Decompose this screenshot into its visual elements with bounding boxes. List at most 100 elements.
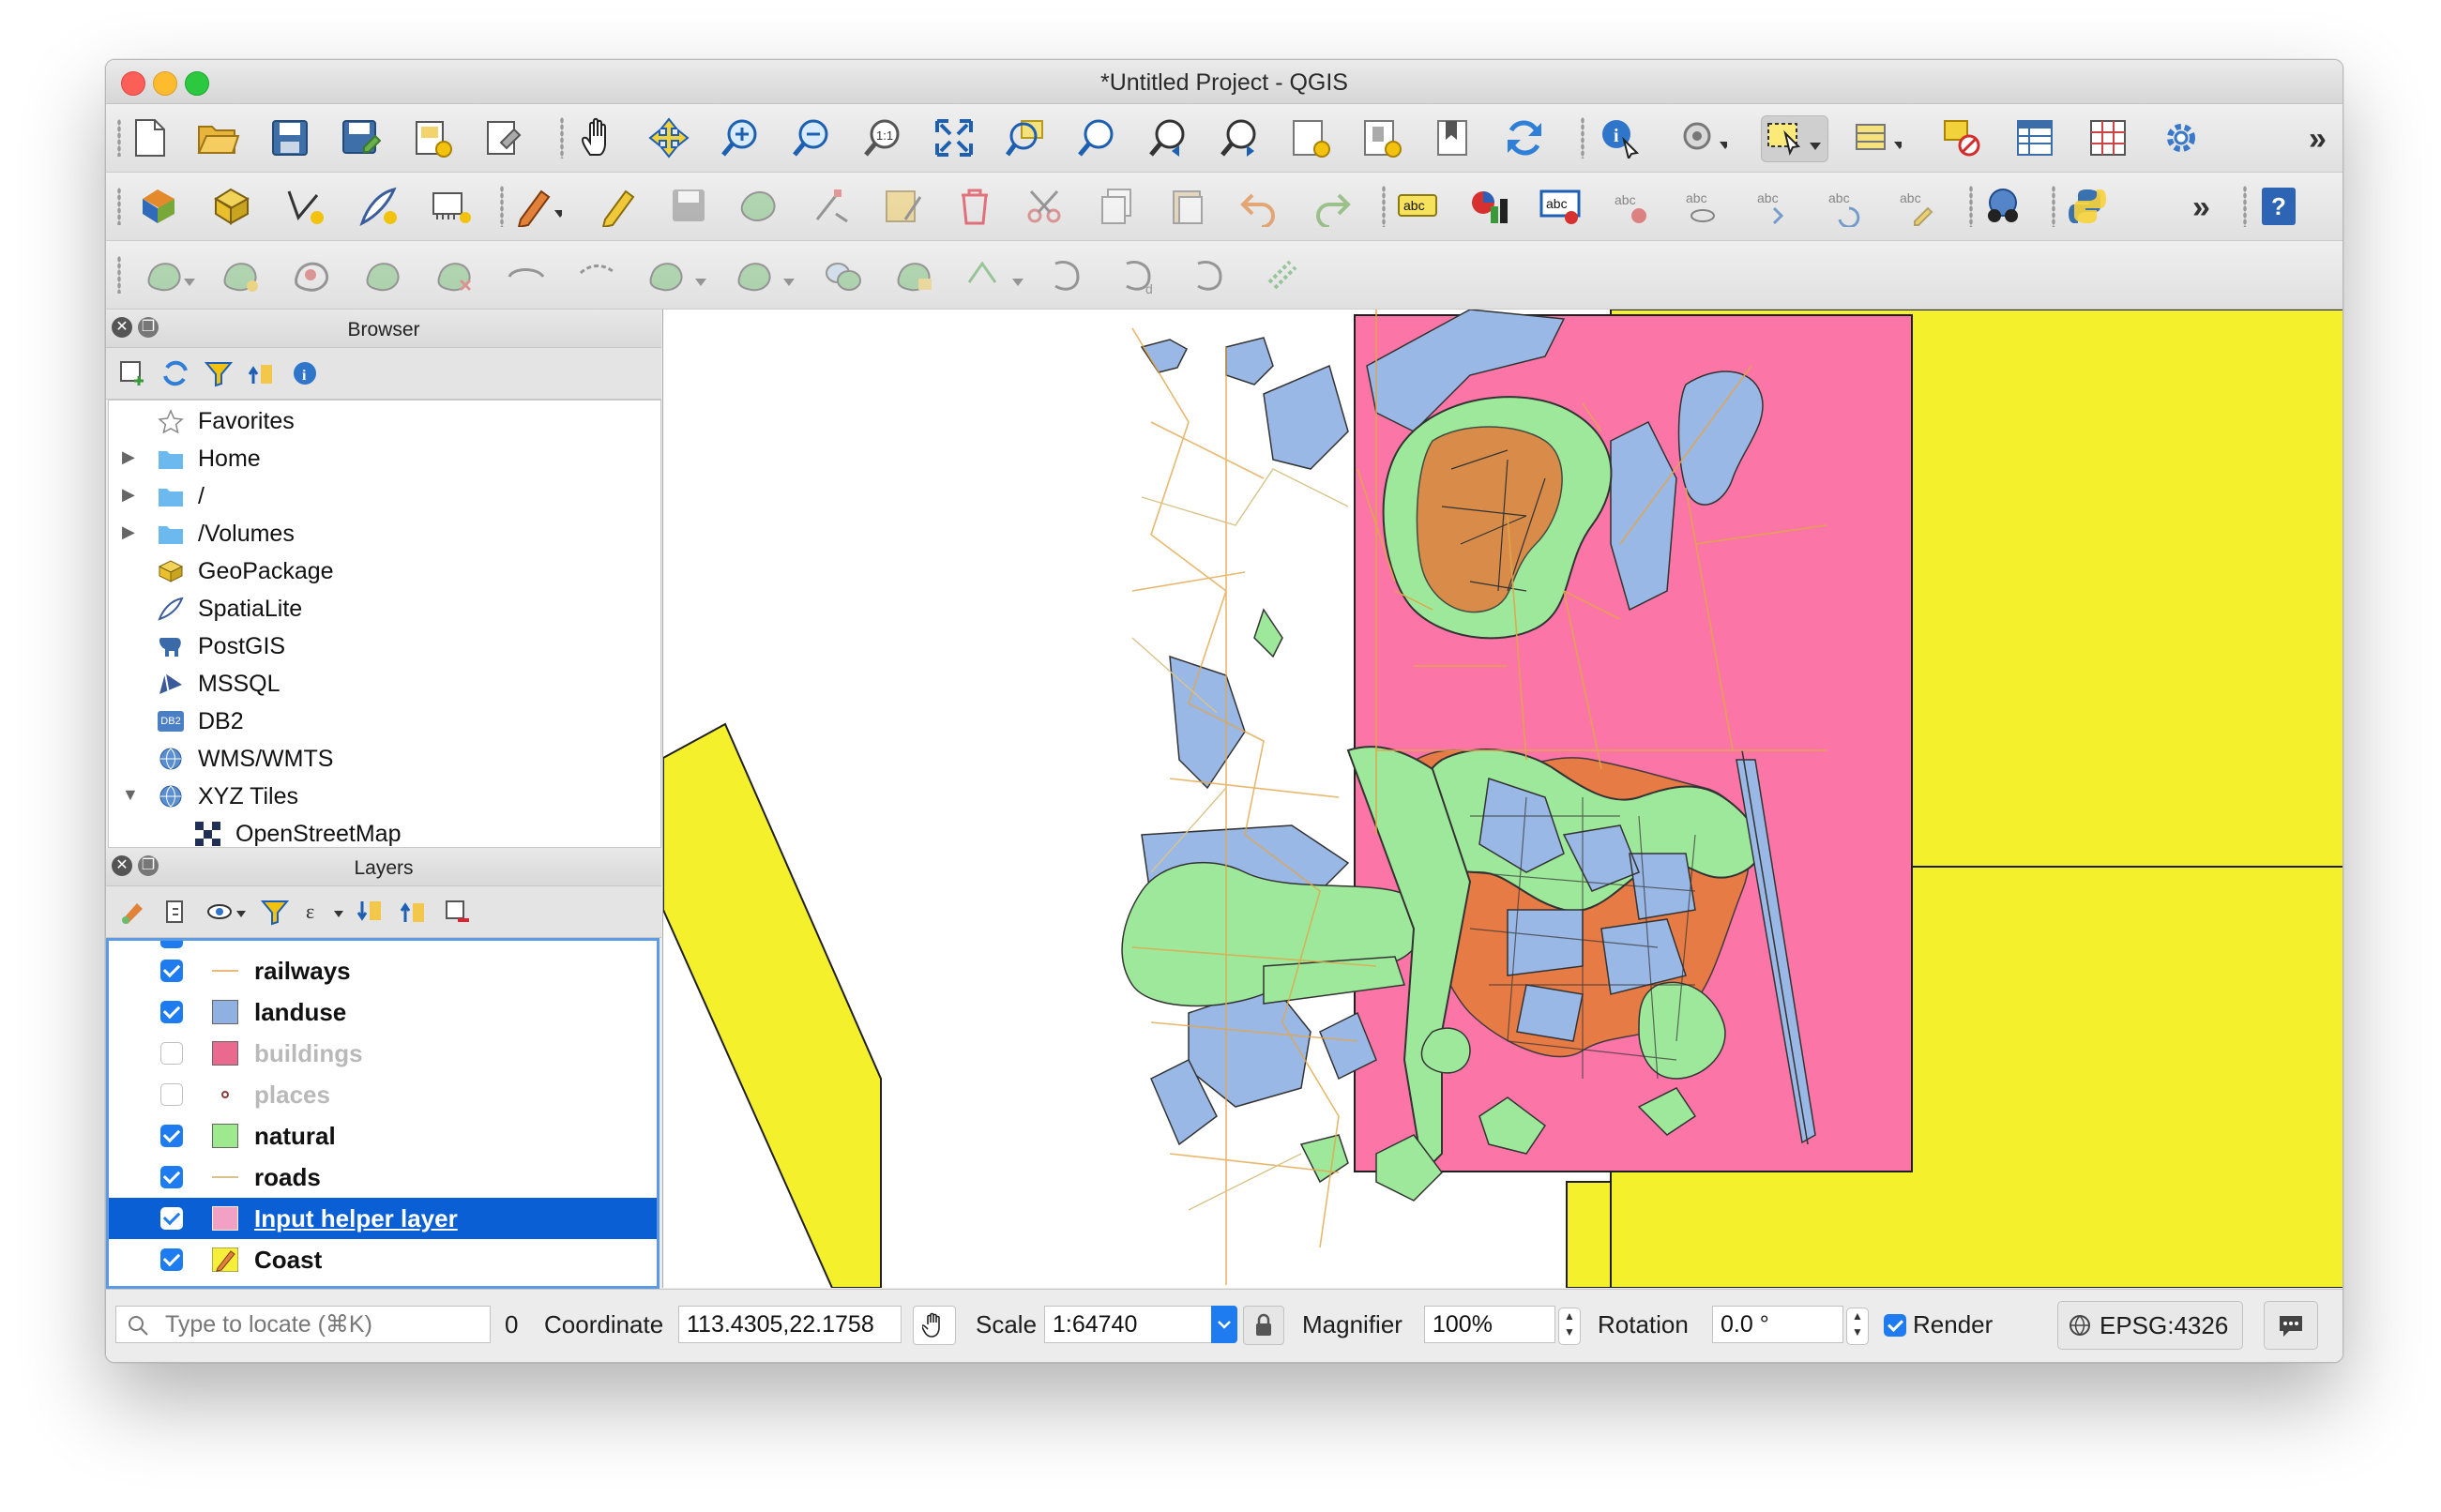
new-bookmark-icon[interactable] xyxy=(1429,115,1478,160)
rotation-stepper-icon[interactable]: ▲ ▼ xyxy=(1846,1308,1869,1345)
lock-scale-icon[interactable] xyxy=(1243,1306,1284,1345)
scale-dropdown-chevron-icon[interactable] xyxy=(1211,1306,1237,1343)
layer-row-buildings[interactable]: buildings xyxy=(109,1033,657,1074)
browser-item-geopackage[interactable]: GeoPackage xyxy=(109,552,660,590)
messages-button[interactable] xyxy=(2264,1301,2318,1350)
open-attribute-table-icon[interactable] xyxy=(2010,115,2059,160)
highlight-pinned-labels-icon[interactable]: abc xyxy=(1536,184,1584,229)
layer-row-places[interactable]: places xyxy=(109,1074,657,1115)
help-icon[interactable]: ? xyxy=(2254,184,2303,229)
diagram-icon[interactable] xyxy=(1464,184,1513,229)
layout-manager-icon[interactable] xyxy=(479,115,528,160)
add-part-icon[interactable] xyxy=(217,252,265,297)
layer-row-roads[interactable]: roads xyxy=(109,1157,657,1198)
browser-item-mssql[interactable]: MSSQL xyxy=(109,665,660,703)
rotate-point-symbols-icon[interactable] xyxy=(962,252,1029,297)
layer-visibility-checkbox[interactable] xyxy=(160,1042,183,1065)
manage-themes-icon[interactable] xyxy=(204,895,250,929)
metasearch-icon[interactable] xyxy=(1979,184,2027,229)
locator-search-input[interactable]: Type to locate (⌘K) xyxy=(115,1306,491,1343)
data-source-manager-icon[interactable] xyxy=(134,184,183,229)
filter-browser-icon[interactable] xyxy=(202,356,235,390)
zoom-native-icon[interactable]: 1:1 xyxy=(858,115,907,160)
toggle-editing-pencil-icon[interactable] xyxy=(594,184,643,229)
identify-icon[interactable]: i xyxy=(1596,115,1645,160)
layer-row-landuse[interactable]: landuse xyxy=(109,991,657,1033)
merge-attributes-icon[interactable] xyxy=(890,252,939,297)
new-spatialite-layer-icon[interactable] xyxy=(354,184,402,229)
redo-icon[interactable] xyxy=(1307,184,1356,229)
browser-item-xyz-tiles[interactable]: ▼ XYZ Tiles xyxy=(109,778,660,815)
new-map-view-icon[interactable] xyxy=(1286,115,1335,160)
digitize-shape-icon[interactable] xyxy=(1258,252,1307,297)
modify-attributes-icon[interactable] xyxy=(879,184,928,229)
toolbar-overflow-icon[interactable]: » xyxy=(2309,121,2327,158)
split-parts-icon[interactable] xyxy=(733,252,800,297)
browser-item-favorites[interactable]: Favorites xyxy=(109,402,660,440)
messages-count[interactable]: 0 xyxy=(505,1310,518,1339)
scale-combobox[interactable]: 1:64740 xyxy=(1044,1306,1236,1343)
layer-visibility-checkbox[interactable] xyxy=(160,1166,183,1188)
toolbar-grip[interactable] xyxy=(117,188,121,225)
add-ring-icon[interactable] xyxy=(144,252,200,297)
reshape-icon[interactable] xyxy=(502,252,551,297)
attribute-table-select-icon[interactable] xyxy=(1853,115,1902,160)
labels-icon[interactable]: abc xyxy=(1393,184,1442,229)
simplify-icon[interactable] xyxy=(1044,252,1093,297)
magnifier-stepper-icon[interactable]: ▲ ▼ xyxy=(1558,1308,1581,1345)
layer-visibility-checkbox[interactable] xyxy=(160,960,183,982)
change-label-icon[interactable]: abc xyxy=(1892,184,1941,229)
tree-arrow[interactable]: ▶ xyxy=(122,447,135,467)
browser-item-postgis[interactable]: PostGIS xyxy=(109,627,660,665)
zoom-last-icon[interactable] xyxy=(1144,115,1192,160)
tree-arrow[interactable]: ▼ xyxy=(122,785,139,805)
split-features-icon[interactable] xyxy=(644,252,712,297)
vertex-tool-icon[interactable] xyxy=(808,184,857,229)
select-features-icon[interactable] xyxy=(1761,115,1828,162)
layers-tree[interactable]: railways landuse buildings places natura… xyxy=(106,938,660,1289)
copy-features-icon[interactable] xyxy=(1093,184,1142,229)
pan-icon[interactable] xyxy=(573,115,622,160)
browser-item-db2[interactable]: DB2 DB2 xyxy=(109,703,660,740)
toolbar-grip[interactable] xyxy=(117,256,121,294)
layer-row-input-helper-layer[interactable]: Input helper layer xyxy=(109,1198,657,1239)
open-project-icon[interactable] xyxy=(194,115,243,160)
layer-row-coast[interactable]: Coast xyxy=(109,1239,657,1280)
properties-info-icon[interactable]: i xyxy=(288,356,322,390)
browser-item-volumes[interactable]: ▶ /Volumes xyxy=(109,515,660,552)
zoom-next-icon[interactable] xyxy=(1215,115,1264,160)
save-project-icon[interactable] xyxy=(265,115,314,160)
delete-part-icon[interactable] xyxy=(431,252,479,297)
measure-icon[interactable] xyxy=(1678,115,1727,160)
add-feature-icon[interactable] xyxy=(736,184,785,229)
python-console-icon[interactable] xyxy=(2063,184,2112,229)
current-edits-icon[interactable] xyxy=(513,184,562,229)
remove-layer-icon[interactable] xyxy=(440,895,474,929)
pan-to-selection-icon[interactable] xyxy=(644,115,693,160)
expand-all-icon[interactable] xyxy=(354,895,387,929)
rotate-label-icon[interactable]: abc xyxy=(1821,184,1870,229)
zoom-full-icon[interactable] xyxy=(930,115,978,160)
render-checkbox[interactable] xyxy=(1884,1314,1906,1337)
layer-row-railways[interactable]: railways xyxy=(109,950,657,991)
new-project-icon[interactable] xyxy=(125,115,174,160)
tree-arrow[interactable]: ▶ xyxy=(122,522,135,542)
offset-curve-icon[interactable] xyxy=(573,252,622,297)
new-virtual-layer-icon[interactable] xyxy=(427,184,476,229)
collapse-all-layers-icon[interactable] xyxy=(397,895,431,929)
add-group-icon[interactable] xyxy=(159,895,192,929)
delete-selected-icon[interactable] xyxy=(950,184,999,229)
filter-legend-icon[interactable] xyxy=(258,895,292,929)
paste-features-icon[interactable] xyxy=(1164,184,1213,229)
rotation-spinbox[interactable]: 0.0 ° xyxy=(1712,1306,1843,1343)
zoom-to-layer-icon[interactable] xyxy=(1072,115,1121,160)
fill-ring-icon[interactable] xyxy=(288,252,337,297)
save-as-icon[interactable] xyxy=(337,115,386,160)
browser-item-home[interactable]: ▶ Home xyxy=(109,440,660,477)
layer-visibility-checkbox[interactable] xyxy=(160,1083,183,1106)
browser-item-wms[interactable]: WMS/WMTS xyxy=(109,740,660,778)
cut-features-icon[interactable] xyxy=(1022,184,1070,229)
options-gear-icon[interactable] xyxy=(2157,115,2206,160)
layer-visibility-checkbox[interactable] xyxy=(160,1207,183,1230)
browser-item-spatialite[interactable]: SpatiaLite xyxy=(109,590,660,627)
